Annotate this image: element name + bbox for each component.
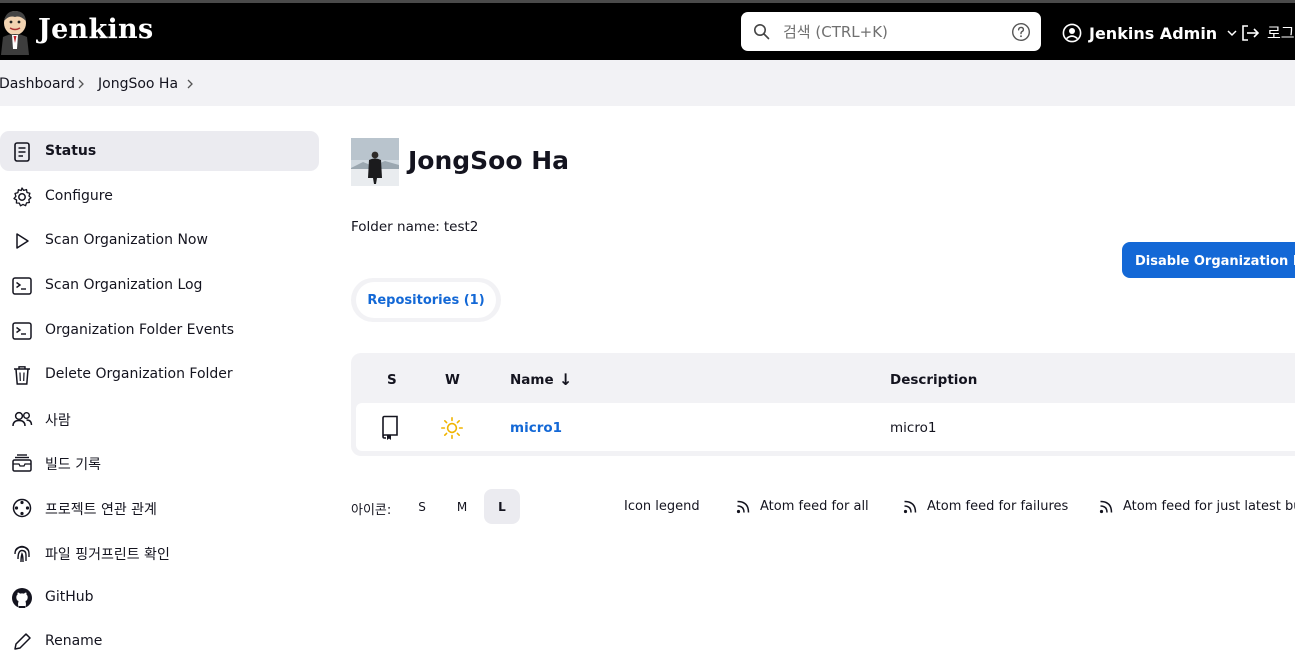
rss-icon <box>736 499 751 514</box>
sidebar-item-label: 빌드 기록 <box>45 454 101 474</box>
avatar-photo-icon <box>351 138 399 186</box>
sidebar-item-label: 프로젝트 연관 관계 <box>45 499 157 519</box>
trash-icon <box>11 364 33 386</box>
sidebar-item-label: 사람 <box>45 410 71 430</box>
help-icon[interactable] <box>1011 22 1031 42</box>
search-input[interactable] <box>783 18 1003 45</box>
build-history-icon <box>11 452 33 474</box>
relationship-icon <box>11 497 33 519</box>
sidebar-item-label: Scan Organization Log <box>45 277 202 293</box>
jobs-table: S W Name ↓ Description micro1 micro1 <box>351 353 1295 456</box>
sidebar-item-delete-folder[interactable]: Delete Organization Folder <box>0 354 319 394</box>
sidebar-item-github[interactable]: GitHub <box>0 577 319 617</box>
logout-link[interactable]: 로그 <box>1240 22 1295 43</box>
job-description: micro1 <box>890 420 936 436</box>
sidebar-item-label: Rename <box>45 633 102 649</box>
sidebar-item-build-history[interactable]: 빌드 기록 <box>0 442 319 482</box>
chevron-right-icon[interactable] <box>185 78 195 90</box>
icon-size-s-button[interactable]: S <box>404 489 440 524</box>
atom-feed-all-link[interactable]: Atom feed for all <box>736 499 869 514</box>
logout-label: 로그 <box>1267 22 1295 43</box>
sidebar-item-label: Delete Organization Folder <box>45 366 233 382</box>
sidebar-item-configure[interactable]: Configure <box>0 176 319 216</box>
terminal-icon <box>11 275 33 297</box>
sidebar-item-label: Status <box>45 143 96 159</box>
logout-icon <box>1240 23 1260 43</box>
footer-link-label: Icon legend <box>624 499 700 514</box>
sidebar-item-scan-now[interactable]: Scan Organization Now <box>0 220 319 260</box>
sidebar-item-label: Organization Folder Events <box>45 322 234 338</box>
user-name: Jenkins Admin <box>1089 24 1217 43</box>
atom-feed-latest-builds-link[interactable]: Atom feed for just latest builds <box>1099 499 1295 514</box>
sort-arrow-icon[interactable]: ↓ <box>559 370 572 389</box>
sidebar-item-fingerprint[interactable]: 파일 핑거프린트 확인 <box>0 532 319 572</box>
search-box[interactable] <box>741 12 1041 51</box>
gear-icon <box>11 186 33 208</box>
job-link[interactable]: micro1 <box>510 420 562 436</box>
icon-legend-link[interactable]: Icon legend <box>624 499 700 514</box>
rss-icon <box>1099 499 1114 514</box>
chevron-right-icon[interactable] <box>76 78 86 90</box>
tab-bar: Repositories (1) <box>351 278 501 322</box>
breadcrumb-dashboard[interactable]: Dashboard <box>0 76 75 92</box>
sidebar-item-people[interactable]: 사람 <box>0 398 319 438</box>
table-row: micro1 micro1 <box>356 403 1295 451</box>
rss-icon <box>903 499 918 514</box>
icon-size-m-button[interactable]: M <box>444 489 480 524</box>
sidebar-item-label: GitHub <box>45 589 94 605</box>
page-title: JongSoo Ha <box>408 146 569 175</box>
sidebar-item-project-relationship[interactable]: 프로젝트 연관 관계 <box>0 487 319 527</box>
sidebar-item-label: Scan Organization Now <box>45 232 208 248</box>
footer-link-label: Atom feed for just latest builds <box>1123 499 1295 514</box>
avatar <box>351 138 399 186</box>
terminal-icon <box>11 320 33 342</box>
sidebar-item-status[interactable]: Status <box>0 131 319 171</box>
sidebar-item-label: Configure <box>45 188 113 204</box>
sidebar-item-label: 파일 핑거프린트 확인 <box>45 544 170 564</box>
jenkins-logo-icon[interactable] <box>0 9 30 55</box>
icon-size-l-button[interactable]: L <box>484 489 520 524</box>
play-icon <box>11 230 33 252</box>
top-header: Jenkins Jenkins Admin 로그 <box>0 3 1295 60</box>
column-header-status[interactable]: S <box>387 372 397 388</box>
repository-icon <box>379 415 401 441</box>
sun-icon[interactable] <box>440 416 464 440</box>
disable-organization-folder-button[interactable]: Disable Organization Folder <box>1122 242 1295 278</box>
sidebar-item-scan-log[interactable]: Scan Organization Log <box>0 265 319 305</box>
sidebar-item-folder-events[interactable]: Organization Folder Events <box>0 310 319 350</box>
tab-repositories[interactable]: Repositories (1) <box>356 282 496 318</box>
column-header-name[interactable]: Name <box>510 372 554 388</box>
column-header-description[interactable]: Description <box>890 372 977 388</box>
pencil-icon <box>11 631 33 653</box>
icon-size-label: 아이콘: <box>351 499 391 518</box>
user-icon <box>1062 23 1082 43</box>
user-menu[interactable]: Jenkins Admin <box>1062 21 1238 45</box>
breadcrumb-folder[interactable]: JongSoo Ha <box>98 76 178 92</box>
search-icon <box>753 23 770 40</box>
folder-name-label: Folder name: <box>351 219 440 235</box>
brand-name[interactable]: Jenkins <box>38 14 153 45</box>
footer-link-label: Atom feed for failures <box>927 499 1068 514</box>
breadcrumb: Dashboard JongSoo Ha <box>0 60 1295 106</box>
folder-name-value: test2 <box>444 219 479 235</box>
footer-link-label: Atom feed for all <box>760 499 869 514</box>
github-icon <box>11 587 33 609</box>
column-header-weather[interactable]: W <box>445 372 460 388</box>
people-icon <box>11 408 33 430</box>
folder-name: Folder name:test2 <box>351 219 478 235</box>
fingerprint-icon <box>11 542 33 564</box>
chevron-down-icon <box>1226 27 1238 39</box>
sidebar-item-rename[interactable]: Rename <box>0 621 319 661</box>
atom-feed-failures-link[interactable]: Atom feed for failures <box>903 499 1068 514</box>
status-icon <box>11 141 33 163</box>
